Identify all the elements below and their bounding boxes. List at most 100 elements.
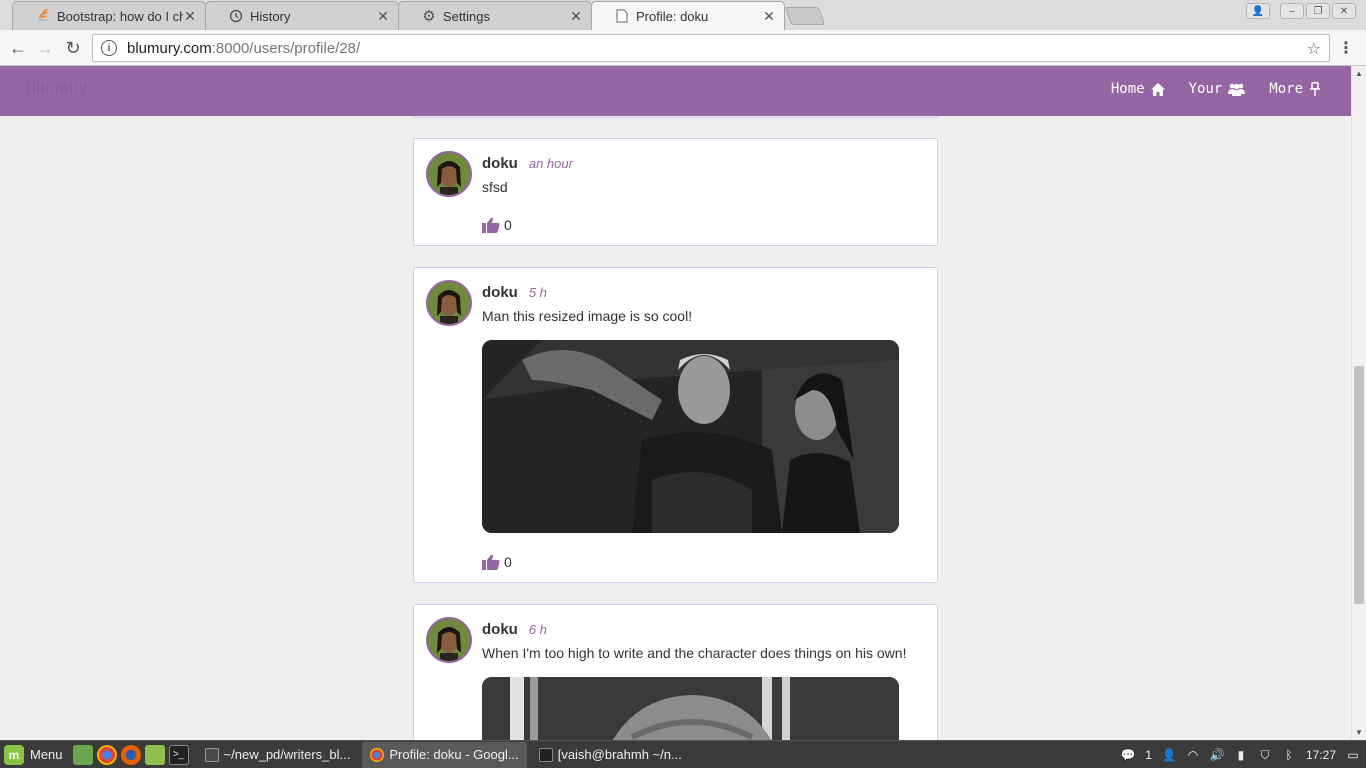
browser-tab-strip: Bootstrap: how do I cha ✕ History ✕ ⚙ Se… <box>0 0 1366 30</box>
taskbar-window-label: ~/new_pd/writers_bl... <box>223 747 351 762</box>
files-launcher-icon[interactable] <box>144 744 165 765</box>
thumbs-up-icon[interactable] <box>482 554 500 570</box>
taskbar-window-sublime[interactable]: ~/new_pd/writers_bl... <box>197 742 359 768</box>
tab-bootstrap[interactable]: Bootstrap: how do I cha ✕ <box>12 1 206 30</box>
close-tab-icon[interactable]: ✕ <box>183 8 197 25</box>
wifi-icon[interactable]: ◠ <box>1186 748 1200 762</box>
avatar[interactable] <box>426 151 472 197</box>
stackoverflow-icon <box>35 8 51 24</box>
tab-title: Profile: doku <box>636 8 709 24</box>
like-count: 0 <box>504 554 512 570</box>
like-control[interactable]: 0 <box>482 554 512 570</box>
user-icon[interactable]: 👤 <box>1162 748 1177 762</box>
thumbs-up-icon[interactable] <box>482 217 500 233</box>
avatar[interactable] <box>426 617 472 663</box>
tab-history[interactable]: History ✕ <box>205 1 399 30</box>
post-card: doku 5 h Man this resized image is so co… <box>413 267 938 583</box>
close-window-button[interactable]: ✕ <box>1332 3 1356 19</box>
notification-count: 1 <box>1145 748 1152 762</box>
post-header: doku 6 h <box>482 621 547 638</box>
close-tab-icon[interactable]: ✕ <box>376 8 390 25</box>
url-host: blumury.com <box>127 39 212 57</box>
post-card: doku 6 h When I'm too high to write and … <box>413 604 938 740</box>
new-tab-button[interactable] <box>784 7 826 25</box>
post-text: When I'm too high to write and the chara… <box>482 645 907 661</box>
clock[interactable]: 17:27 <box>1306 748 1336 762</box>
reload-button[interactable]: ↻ <box>63 38 83 58</box>
site-brand[interactable]: Blumury <box>25 78 87 98</box>
like-control[interactable]: 0 <box>482 217 512 233</box>
post-author[interactable]: doku <box>482 621 518 638</box>
site-nav-links: Home Your More <box>1111 81 1321 97</box>
post-card: doku an hour sfsd 0 <box>413 138 938 246</box>
post-header: doku an hour <box>482 155 573 172</box>
scroll-up-icon[interactable]: ▲ <box>1355 69 1363 78</box>
avatar[interactable] <box>426 280 472 326</box>
post-text: sfsd <box>482 179 508 195</box>
show-desktop-icon[interactable] <box>72 744 93 765</box>
nav-your[interactable]: Your <box>1189 81 1246 97</box>
taskbar-window-chrome[interactable]: Profile: doku - Googl... <box>362 741 527 768</box>
battery-icon[interactable]: ▮ <box>1234 748 1248 762</box>
nav-more[interactable]: More <box>1269 81 1321 97</box>
home-icon <box>1150 82 1165 96</box>
close-tab-icon[interactable]: ✕ <box>569 8 583 25</box>
profile-icon[interactable]: 👤 <box>1246 3 1270 19</box>
scrollbar-thumb[interactable] <box>1354 366 1364 604</box>
post-header: doku 5 h <box>482 284 547 301</box>
volume-icon[interactable]: 🔊 <box>1210 748 1225 762</box>
page-viewport: doku an hour sfsd 0 doku 5 h Man this re… <box>0 66 1351 740</box>
post-author[interactable]: doku <box>482 155 518 172</box>
sublime-icon <box>204 747 219 762</box>
nav-label: Your <box>1188 81 1223 97</box>
scroll-down-icon[interactable]: ▼ <box>1355 728 1363 737</box>
page-scrollbar[interactable]: ▲ ▼ <box>1351 66 1366 740</box>
post-image[interactable] <box>482 340 899 533</box>
start-menu-button[interactable]: m Menu <box>4 744 63 765</box>
close-tab-icon[interactable]: ✕ <box>762 8 776 25</box>
bluetooth-icon[interactable]: ᛒ <box>1282 748 1296 762</box>
firefox-launcher-icon[interactable] <box>120 744 141 765</box>
chrome-icon <box>370 747 385 762</box>
taskbar-window-label: Profile: doku - Googl... <box>389 747 519 762</box>
chrome-launcher-icon[interactable] <box>96 744 117 765</box>
minimize-button[interactable]: – <box>1280 3 1304 19</box>
post-time: an hour <box>528 156 573 171</box>
url-path: :8000/users/profile/28/ <box>211 39 361 57</box>
chat-icon[interactable]: 💬 <box>1121 748 1136 762</box>
tab-title: Bootstrap: how do I cha <box>57 8 183 24</box>
maximize-button[interactable]: ❐ <box>1306 3 1330 19</box>
users-icon <box>1228 83 1246 96</box>
window-controls: 👤 – ❐ ✕ <box>1246 3 1356 19</box>
address-bar[interactable]: i blumury.com:8000/users/profile/28/ ☆ <box>92 34 1330 62</box>
pin-icon <box>1310 82 1320 96</box>
taskbar-window-label: [vaish@brahmh ~/n... <box>557 747 682 762</box>
terminal-icon <box>538 747 553 762</box>
post-time: 5 h <box>528 285 547 300</box>
mint-logo-icon: m <box>4 744 24 765</box>
nav-home[interactable]: Home <box>1111 81 1165 97</box>
post-author[interactable]: doku <box>482 284 518 301</box>
forward-button[interactable]: → <box>35 38 55 58</box>
desktop-icon[interactable]: ▭ <box>1346 748 1360 762</box>
info-icon[interactable]: i <box>101 40 117 56</box>
tab-title: History <box>250 8 291 24</box>
browser-toolbar: ← → ↻ i blumury.com:8000/users/profile/2… <box>0 30 1366 66</box>
system-tray: 💬 1 👤 ◠ 🔊 ▮ ⛉ ᛒ 17:27 ▭ <box>1121 741 1360 768</box>
start-menu-label: Menu <box>30 747 63 762</box>
post-image[interactable] <box>482 677 899 740</box>
site-navbar: Blumury Home Your More <box>0 66 1351 116</box>
nav-label: More <box>1269 81 1303 97</box>
like-count: 0 <box>504 217 512 233</box>
browser-menu-icon[interactable]: ⋮ <box>1338 38 1354 58</box>
taskbar-window-terminal[interactable]: [vaish@brahmh ~/n... <box>531 742 690 768</box>
os-taskbar: m Menu >_ ~/new_pd/writers_bl... Profile… <box>0 740 1366 768</box>
back-button[interactable]: ← <box>8 38 28 58</box>
tab-settings[interactable]: ⚙ Settings ✕ <box>398 1 592 30</box>
bookmark-star-icon[interactable]: ☆ <box>1307 39 1321 59</box>
shield-icon[interactable]: ⛉ <box>1258 748 1272 762</box>
tab-title: Settings <box>443 8 490 24</box>
tab-profile[interactable]: Profile: doku ✕ <box>591 1 785 30</box>
document-icon <box>614 8 630 24</box>
terminal-launcher-icon[interactable]: >_ <box>168 744 189 765</box>
